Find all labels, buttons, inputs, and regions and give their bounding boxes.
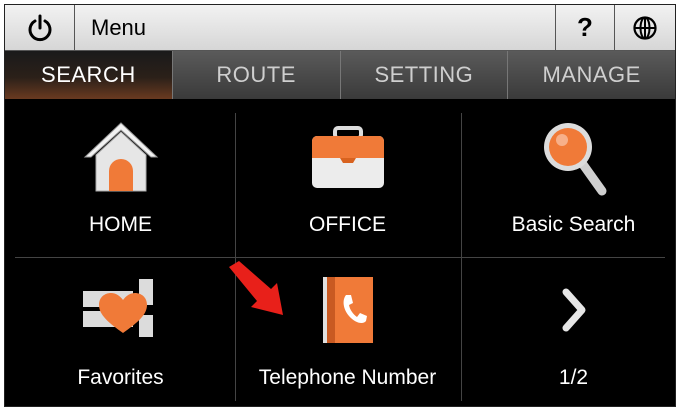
favorites-label: Favorites	[77, 366, 164, 389]
office-label: OFFICE	[309, 213, 386, 236]
heart-icon	[82, 279, 153, 337]
tab-setting[interactable]: SETTING	[339, 51, 508, 99]
magnifier-icon	[543, 123, 606, 196]
tab-bar: SEARCH ROUTE SETTING MANAGE	[5, 51, 675, 99]
phone-book-icon	[322, 277, 373, 343]
tab-manage[interactable]: MANAGE	[507, 51, 675, 99]
power-button[interactable]	[5, 5, 75, 50]
favorites-button[interactable]: Favorites	[9, 258, 232, 406]
briefcase-icon	[311, 126, 384, 188]
home-button[interactable]: HOME	[9, 105, 232, 255]
globe-icon	[633, 15, 657, 40]
telephone-number-label: Telephone Number	[258, 366, 437, 389]
next-page-button[interactable]: 1/2	[462, 258, 675, 406]
home-label: HOME	[89, 213, 152, 236]
basic-search-button[interactable]: Basic Search	[462, 105, 675, 255]
top-bar: Menu ?	[5, 5, 675, 51]
chevron-right-icon	[562, 288, 585, 332]
home-icon	[83, 122, 158, 192]
power-icon	[28, 14, 51, 41]
basic-search-label: Basic Search	[511, 213, 636, 236]
tab-search[interactable]: SEARCH	[5, 51, 172, 99]
arrow-icon	[229, 261, 283, 315]
office-button[interactable]: OFFICE	[236, 105, 459, 255]
tab-route[interactable]: ROUTE	[171, 51, 340, 99]
page-indicator: 1/2	[558, 366, 589, 389]
page-title: Menu	[91, 14, 147, 40]
language-button[interactable]	[615, 5, 675, 50]
help-button[interactable]: ?	[555, 5, 615, 50]
menu-grid: HOME OFFICE Basic Search Favorites Telep…	[5, 105, 675, 406]
app-window: Menu ? SEARCH ROUTE SETTING MANAGE HOME …	[4, 4, 676, 407]
